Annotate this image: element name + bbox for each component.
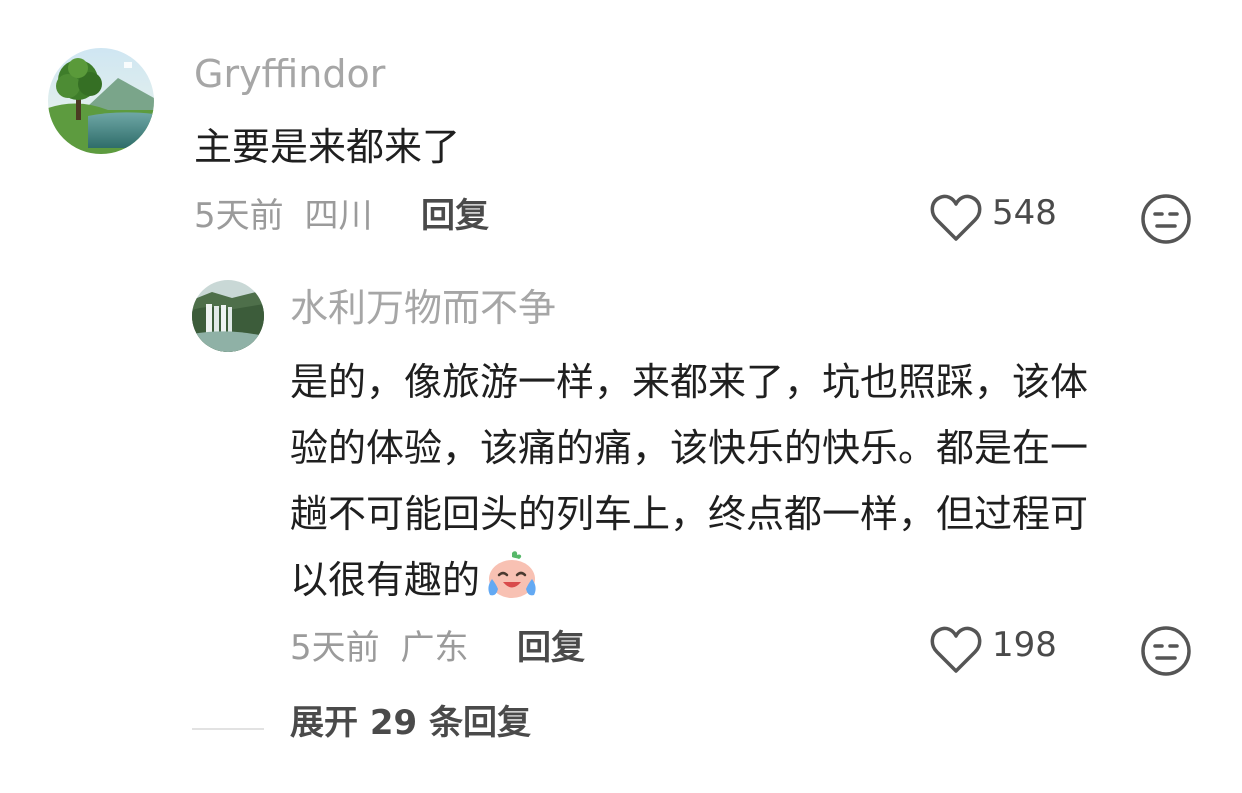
heart-outline-icon[interactable] [930, 194, 982, 242]
expand-divider-line [192, 728, 264, 730]
comment-username[interactable]: Gryffindor [194, 52, 385, 96]
crying-laughing-emoji [484, 551, 540, 621]
reply-like-count: 198 [992, 625, 1057, 665]
unhappy-face-icon[interactable] [1140, 193, 1192, 245]
comment-reply-button[interactable]: 回复 [421, 196, 489, 236]
comment-like-count: 548 [992, 193, 1057, 233]
reply-username[interactable]: 水利万物而不争 [290, 286, 556, 330]
unhappy-face-icon[interactable] [1140, 625, 1192, 677]
reply-text: 是的，像旅游一样，来都来了，坑也照踩，该体 验的体验，该痛的痛，该快乐的快乐。都… [290, 349, 1190, 621]
reply-avatar[interactable] [192, 280, 264, 352]
waterfall-avatar-image [192, 280, 264, 352]
expand-replies-button[interactable]: 展开 29 条回复 [290, 703, 531, 743]
reply-text-line: 趟不可能回头的列车上，终点都一样，但过程可 [290, 492, 1089, 536]
reply-time: 5天前 [290, 628, 380, 668]
reply-reply-button[interactable]: 回复 [517, 628, 585, 668]
comment-time: 5天前 [194, 196, 284, 236]
avatar[interactable] [48, 48, 154, 154]
comment-text: 主要是来都来了 [194, 125, 461, 169]
reply-text-line: 验的体验，该痛的痛，该快乐的快乐。都是在一 [290, 426, 1089, 470]
landscape-avatar-image [48, 48, 154, 154]
reply-text-line: 以很有趣的 [290, 558, 481, 602]
reply-meta: 5天前 广东 [290, 628, 468, 668]
reply-location: 广东 [400, 628, 469, 668]
comment-meta: 5天前 四川 [194, 196, 372, 236]
reply-text-last-line: 以很有趣的 [290, 547, 1190, 621]
comment-location: 四川 [304, 196, 373, 236]
heart-outline-icon[interactable] [930, 626, 982, 674]
reply-text-line: 是的，像旅游一样，来都来了，坑也照踩，该体 [290, 360, 1089, 404]
